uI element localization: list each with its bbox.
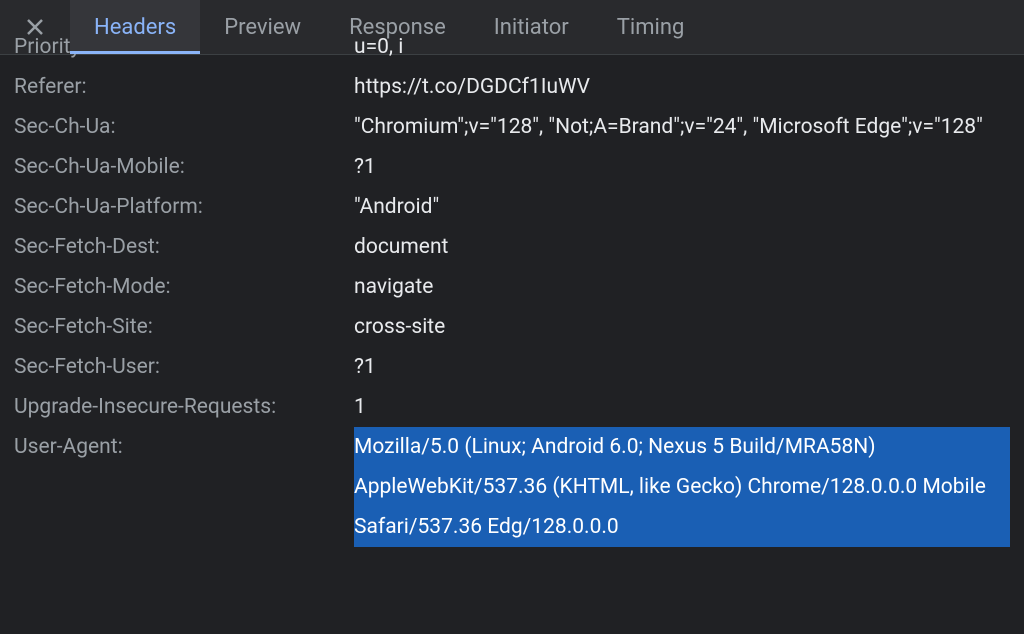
header-value[interactable]: https://t.co/DGDCf1IuWV <box>354 67 1010 107</box>
header-name: Sec-Fetch-Dest: <box>14 227 354 267</box>
header-row: Sec-Fetch-User: ?1 <box>14 347 1010 387</box>
tab-preview[interactable]: Preview <box>200 0 325 54</box>
header-name: User-Agent: <box>14 427 354 467</box>
header-row: User-Agent: Mozilla/5.0 (Linux; Android … <box>14 427 1010 547</box>
tab-timing[interactable]: Timing <box>593 0 709 54</box>
header-row: Referer: https://t.co/DGDCf1IuWV <box>14 67 1010 107</box>
header-name: Sec-Ch-Ua: <box>14 107 354 147</box>
header-value[interactable]: ?1 <box>354 147 1010 187</box>
headers-content: Priority: u=0, i Referer: https://t.co/D… <box>0 27 1024 547</box>
tab-label: Preview <box>224 15 301 40</box>
header-row: Sec-Ch-Ua-Platform: "Android" <box>14 187 1010 227</box>
header-name: Upgrade-Insecure-Requests: <box>14 387 354 427</box>
header-row: Upgrade-Insecure-Requests: 1 <box>14 387 1010 427</box>
header-row: Sec-Ch-Ua: "Chromium";v="128", "Not;A=Br… <box>14 107 1010 147</box>
tab-response[interactable]: Response <box>325 0 470 54</box>
header-name: Sec-Ch-Ua-Platform: <box>14 187 354 227</box>
header-value[interactable]: 1 <box>354 387 1010 427</box>
header-value[interactable]: "Chromium";v="128", "Not;A=Brand";v="24"… <box>354 107 1010 147</box>
header-value[interactable]: document <box>354 227 1010 267</box>
header-row: Sec-Ch-Ua-Mobile: ?1 <box>14 147 1010 187</box>
header-row: Sec-Fetch-Mode: navigate <box>14 267 1010 307</box>
tab-label: Timing <box>617 15 685 40</box>
tab-headers[interactable]: Headers <box>70 0 200 54</box>
header-value[interactable]: Mozilla/5.0 (Linux; Android 6.0; Nexus 5… <box>354 427 1010 547</box>
header-name: Sec-Ch-Ua-Mobile: <box>14 147 354 187</box>
header-value[interactable]: cross-site <box>354 307 1010 347</box>
header-name: Sec-Fetch-User: <box>14 347 354 387</box>
header-row: Sec-Fetch-Dest: document <box>14 227 1010 267</box>
tab-label: Response <box>349 15 446 40</box>
header-value[interactable]: "Android" <box>354 187 1010 227</box>
tab-label: Initiator <box>494 15 569 40</box>
header-value[interactable]: ?1 <box>354 347 1010 387</box>
header-name: Sec-Fetch-Mode: <box>14 267 354 307</box>
tab-initiator[interactable]: Initiator <box>470 0 593 54</box>
tab-bar: Headers Preview Response Initiator Timin… <box>70 0 708 54</box>
header-name: Referer: <box>14 67 354 107</box>
header-row: Sec-Fetch-Site: cross-site <box>14 307 1010 347</box>
header-value[interactable]: navigate <box>354 267 1010 307</box>
header-name: Sec-Fetch-Site: <box>14 307 354 347</box>
tab-label: Headers <box>94 15 176 40</box>
